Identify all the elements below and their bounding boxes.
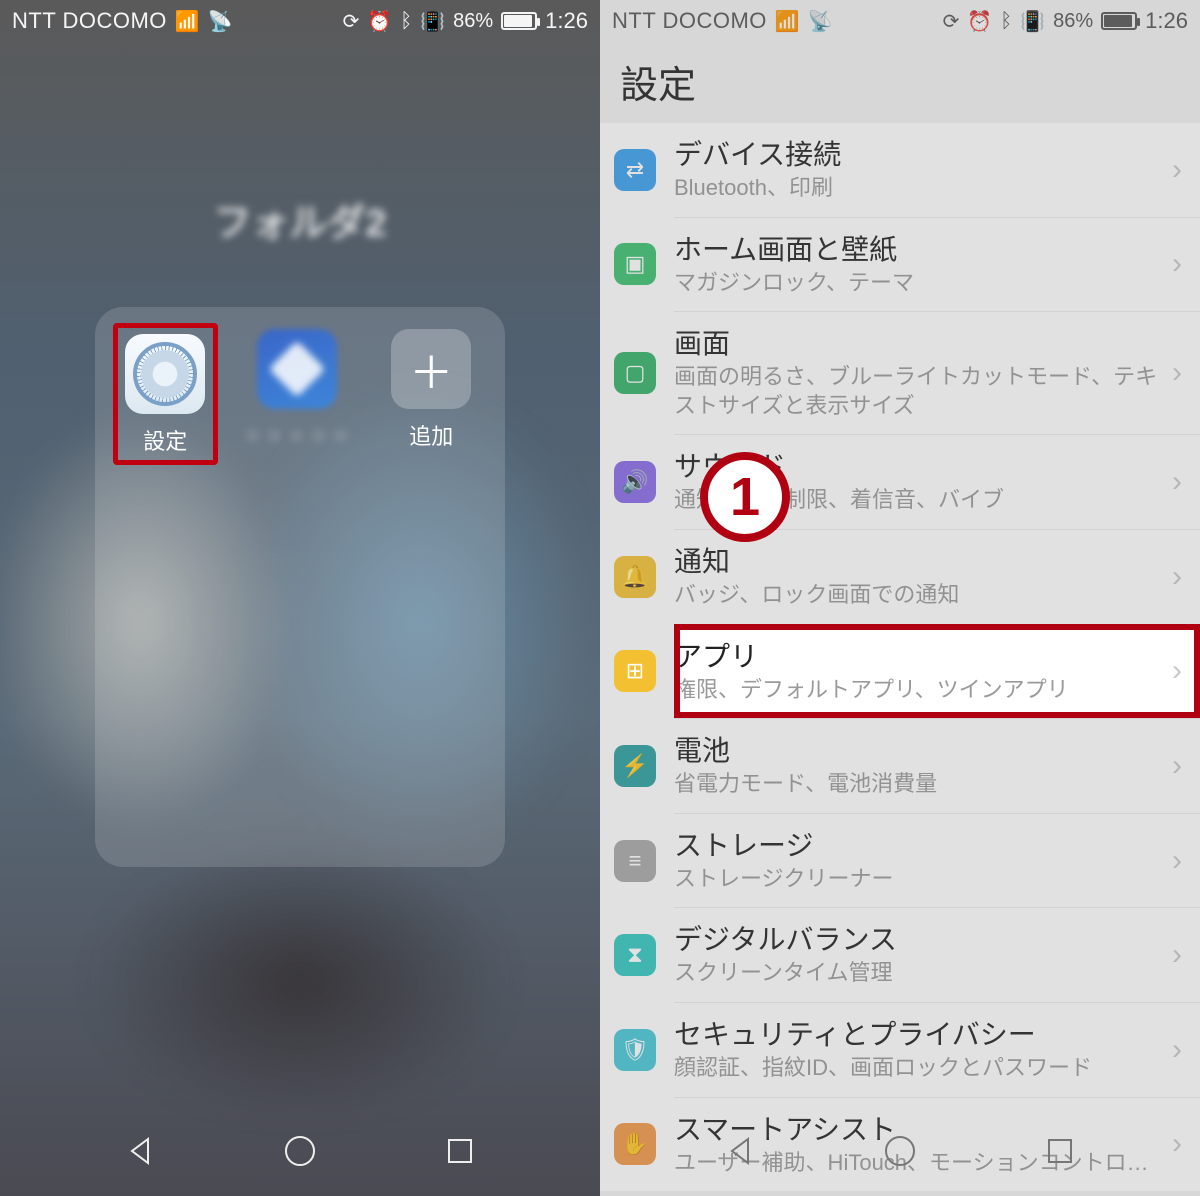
settings-row-display[interactable]: ▢画面画面の明るさ、ブルーライトカットモード、テキストサイズと表示サイズ› [674,311,1200,434]
row-subtitle: バッジ、ロック画面での通知 [674,581,1164,610]
row-title: ストレージ [674,828,1164,863]
settings-row-device-connection[interactable]: ⇄ デバイス接続Bluetooth、印刷› [600,123,1200,217]
row-subtitle: 画面の明るさ、ブルーライトカットモード、テキストサイズと表示サイズ [674,363,1164,420]
bluetooth-icon: ᛒ [1000,10,1012,33]
app-settings-label: 設定 [143,424,187,456]
battery-icon [501,12,537,30]
sync-icon: ⟳ [943,9,960,34]
battery-percent: 86% [1053,10,1093,33]
folder-panel: 設定 ・・・・・ ＋ 追加 [95,307,505,867]
nav-bar-right [600,1106,1200,1196]
notifications-icon: 🔔 [614,556,656,598]
settings-icon [125,334,205,414]
settings-row-storage[interactable]: ≡ストレージストレージクリーナー› [674,813,1200,908]
row-subtitle: ストレージクリーナー [674,865,1164,894]
settings-list[interactable]: ⇄デバイス接続Bluetooth、印刷›▣ホーム画面と壁紙マガジンロック、テーマ… [600,123,1200,1191]
row-subtitle: スクリーンタイム管理 [674,959,1164,988]
vibrate-icon: 📳 [1020,9,1045,34]
row-subtitle: 顔認証、指紋ID、画面ロックとパスワード [674,1054,1164,1083]
alarm-icon: ⏰ [967,9,992,34]
bluetooth-icon: ᛒ [400,10,412,33]
settings-row-security[interactable]: 🛡セキュリティとプライバシー顔認証、指紋ID、画面ロックとパスワード› [674,1002,1200,1097]
settings-row-notifications[interactable]: 🔔通知バッジ、ロック画面での通知› [674,529,1200,624]
row-subtitle: Bluetooth、印刷 [674,174,1164,203]
row-subtitle: 省電力モード、電池消費量 [674,770,1164,799]
chevron-right-icon: › [1164,356,1182,390]
battery-icon: ⚡ [614,745,656,787]
blurred-app-icon [257,329,337,409]
digital-balance-icon: ⧗ [614,934,656,976]
chevron-right-icon: › [1164,654,1182,688]
nav-recent-button[interactable] [1041,1132,1079,1170]
sync-icon: ⟳ [343,9,360,34]
row-title: デジタルバランス [674,922,1164,957]
nav-recent-button[interactable] [441,1132,479,1170]
chevron-right-icon: › [1164,465,1182,499]
row-title: 画面 [674,326,1164,361]
sound-icon: 🔊 [614,461,656,503]
app-blurred[interactable]: ・・・・・ [242,329,352,451]
status-bar-left: NTT DOCOMO 📶 📡 ⟳ ⏰ ᛒ 📳 86% 1:26 [0,0,600,42]
wifi-icon: 📡 [808,9,833,34]
clock: 1:26 [1145,8,1188,34]
add-app-button[interactable]: ＋ 追加 [380,329,483,451]
chevron-right-icon: › [1164,560,1182,594]
storage-icon: ≡ [614,840,656,882]
alarm-icon: ⏰ [367,9,392,34]
device-connection-icon: ⇄ [614,149,656,191]
annotation-step-1: 1 [700,452,790,542]
carrier-label: NTT DOCOMO [612,8,767,34]
nav-home-button[interactable] [281,1132,319,1170]
display-icon: ▢ [614,352,656,394]
chevron-right-icon: › [1164,749,1182,783]
plus-icon: ＋ [391,329,471,409]
nav-back-button[interactable] [722,1132,760,1170]
row-title: ホーム画面と壁紙 [674,232,1164,267]
row-title: アプリ [674,639,1164,674]
apps-icon: ⊞ [614,650,656,692]
home-wallpaper-icon: ▣ [614,243,656,285]
chevron-right-icon: › [1164,844,1182,878]
row-title: 通知 [674,544,1164,579]
add-app-label: 追加 [409,419,453,451]
folder-title[interactable]: フォルダ2 [0,192,600,247]
page-title: 設定 [600,42,1200,123]
battery-percent: 86% [453,10,493,33]
settings-screen: NTT DOCOMO 📶 📡 ⟳ ⏰ ᛒ 📳 86% 1:26 設定 ⇄ デバイス… [600,0,1200,1196]
nav-home-button[interactable] [881,1132,919,1170]
nav-bar-left [0,1106,600,1196]
app-blurred-label: ・・・・・ [242,419,352,451]
security-icon: 🛡 [614,1029,656,1071]
row-title: 電池 [674,733,1164,768]
nav-back-button[interactable] [122,1132,160,1170]
row-title: デバイス接続 [674,137,1164,172]
battery-icon [1101,12,1137,30]
row-subtitle: マガジンロック、テーマ [674,269,1164,298]
signal-icon: 📶 [175,9,200,34]
signal-icon: 📶 [775,9,800,34]
vibrate-icon: 📳 [420,9,445,34]
wifi-icon: 📡 [208,9,233,34]
settings-row-digital-balance[interactable]: ⧗デジタルバランススクリーンタイム管理› [674,907,1200,1002]
home-folder-screen: NTT DOCOMO 📶 📡 ⟳ ⏰ ᛒ 📳 86% 1:26 フォルダ2 設定… [0,0,600,1196]
settings-row-apps[interactable]: ⊞アプリ権限、デフォルトアプリ、ツインアプリ› [674,624,1200,719]
status-bar-right: NTT DOCOMO 📶 📡 ⟳ ⏰ ᛒ 📳 86% 1:26 [600,0,1200,42]
chevron-right-icon: › [1164,1033,1182,1067]
clock: 1:26 [545,8,588,34]
settings-row-battery[interactable]: ⚡電池省電力モード、電池消費量› [674,718,1200,813]
chevron-right-icon: › [1164,247,1182,281]
app-settings[interactable]: 設定 [113,323,218,465]
carrier-label: NTT DOCOMO [12,8,167,34]
row-subtitle: 権限、デフォルトアプリ、ツインアプリ [674,676,1164,705]
row-title: セキュリティとプライバシー [674,1017,1164,1052]
chevron-right-icon: › [1164,938,1182,972]
settings-row-home-wallpaper[interactable]: ▣ホーム画面と壁紙マガジンロック、テーマ› [674,217,1200,312]
chevron-right-icon: › [1164,153,1182,187]
